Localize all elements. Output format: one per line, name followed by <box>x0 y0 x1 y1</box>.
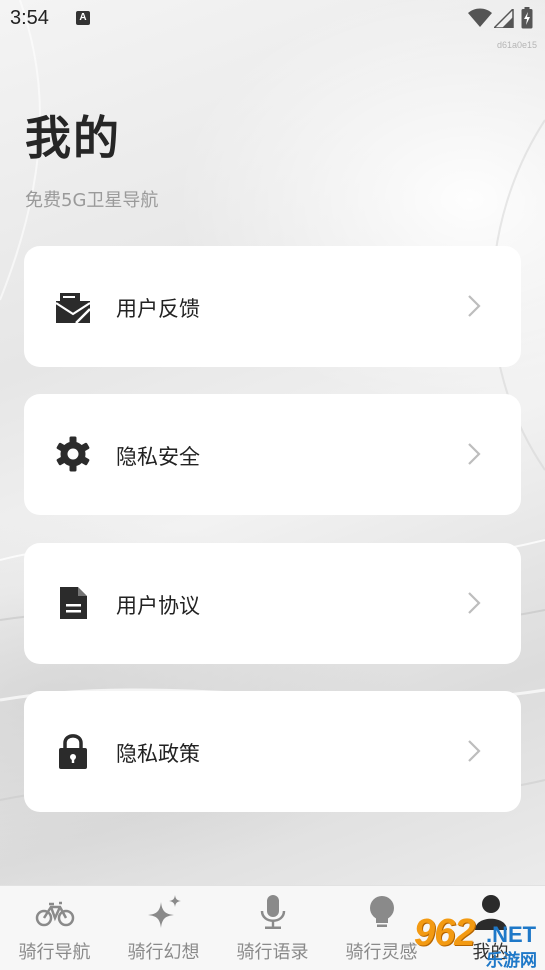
notification-icon: A <box>76 11 90 25</box>
tab-label: 骑行语录 <box>236 942 309 963</box>
build-id: d61a0e15 <box>496 40 537 50</box>
signal-icon <box>494 9 514 28</box>
watermark-suffix: .NET <box>486 922 537 947</box>
page-subtitle: 免费5G卫星导航 <box>25 190 159 211</box>
menu-item-label: 用户反馈 <box>116 297 200 321</box>
lightbulb-icon <box>370 896 394 927</box>
chevron-right-icon <box>468 295 481 317</box>
watermark-site: 乐游网 <box>486 951 537 970</box>
chevron-right-icon <box>468 592 481 614</box>
menu-item-label: 隐私安全 <box>116 445 200 469</box>
feedback-mail-icon <box>55 293 91 324</box>
microphone-icon <box>260 895 286 929</box>
sparkle-icon <box>148 895 181 928</box>
tab-label: 骑行幻想 <box>127 942 200 963</box>
tab-cycling-quotes[interactable]: 骑行语录 <box>218 886 327 970</box>
tab-cycling-navigation[interactable]: 骑行导航 <box>0 886 109 970</box>
menu-item-label: 隐私政策 <box>116 742 200 766</box>
tab-label: 骑行导航 <box>18 942 91 963</box>
page-title: 我的 <box>25 111 121 165</box>
bicycle-icon <box>35 901 75 927</box>
wifi-icon <box>468 8 492 27</box>
status-bar: 3:54 A <box>0 0 545 38</box>
watermark-number: 962 <box>414 912 475 954</box>
battery-icon <box>521 7 533 29</box>
menu-item-privacy-policy[interactable]: 隐私政策 <box>24 691 521 812</box>
menu-item-privacy-security[interactable]: 隐私安全 <box>24 394 521 515</box>
lock-icon <box>59 734 87 769</box>
menu-item-label: 用户协议 <box>116 594 200 618</box>
gear-icon <box>56 436 90 472</box>
document-icon <box>60 587 87 619</box>
watermark-logo: 962 .NET 乐游网 <box>412 912 545 970</box>
menu-item-user-agreement[interactable]: 用户协议 <box>24 543 521 664</box>
tab-cycling-fantasy[interactable]: 骑行幻想 <box>109 886 218 970</box>
menu-item-feedback[interactable]: 用户反馈 <box>24 246 521 367</box>
chevron-right-icon <box>468 443 481 465</box>
chevron-right-icon <box>468 740 481 762</box>
status-time: 3:54 <box>10 7 49 29</box>
